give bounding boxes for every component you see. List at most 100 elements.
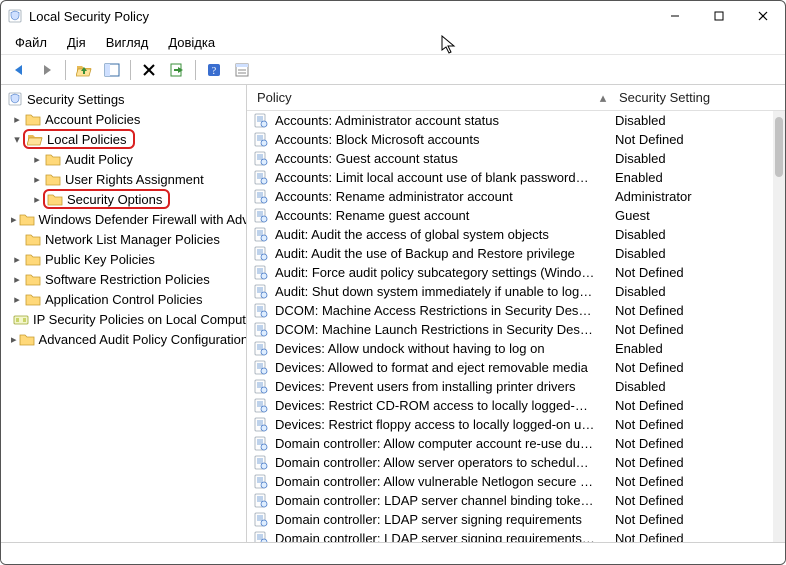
ipsec-icon: [13, 311, 29, 327]
menubar: Файл Дія Вигляд Довідка: [1, 31, 785, 55]
list-item[interactable]: Accounts: Rename administrator accountAd…: [247, 187, 785, 206]
list-item[interactable]: Audit: Audit the access of global system…: [247, 225, 785, 244]
list-item[interactable]: Audit: Force audit policy subcategory se…: [247, 263, 785, 282]
folder-icon: [45, 151, 61, 167]
policy-setting: Disabled: [595, 151, 666, 166]
list-item[interactable]: Domain controller: LDAP server channel b…: [247, 491, 785, 510]
toolbar: ?: [1, 55, 785, 85]
chevron-down-icon[interactable]: ▾: [11, 133, 23, 146]
list-item[interactable]: DCOM: Machine Launch Restrictions in Sec…: [247, 320, 785, 339]
export-list-button[interactable]: [165, 58, 189, 82]
list-item[interactable]: Audit: Shut down system immediately if u…: [247, 282, 785, 301]
tree-advanced-audit[interactable]: ▸ Advanced Audit Policy Configuration: [1, 329, 246, 349]
list-item[interactable]: Domain controller: Allow vulnerable Netl…: [247, 472, 785, 491]
tree-windows-defender-firewall[interactable]: ▸ Windows Defender Firewall with Advance…: [1, 209, 246, 229]
list-item[interactable]: Devices: Restrict floppy access to local…: [247, 415, 785, 434]
list-item[interactable]: Devices: Prevent users from installing p…: [247, 377, 785, 396]
maximize-button[interactable]: [697, 1, 741, 31]
tree-public-key-policies[interactable]: ▸ Public Key Policies: [1, 249, 246, 269]
policy-icon: [253, 208, 269, 224]
up-folder-button[interactable]: [72, 58, 96, 82]
list-item[interactable]: Accounts: Block Microsoft accountsNot De…: [247, 130, 785, 149]
policy-setting: Disabled: [595, 246, 666, 261]
policy-setting: Not Defined: [595, 360, 684, 375]
tree-application-control[interactable]: ▸ Application Control Policies: [1, 289, 246, 309]
properties-button[interactable]: [230, 58, 254, 82]
menu-help[interactable]: Довідка: [160, 33, 223, 52]
folder-icon: [45, 171, 61, 187]
list-header: Policy ▴ Security Setting: [247, 85, 785, 111]
list-item[interactable]: Domain controller: LDAP server signing r…: [247, 529, 785, 542]
folder-icon: [25, 271, 41, 287]
list-item[interactable]: Domain controller: LDAP server signing r…: [247, 510, 785, 529]
chevron-right-icon[interactable]: ▸: [11, 273, 23, 286]
folder-icon: [19, 211, 35, 227]
list-item[interactable]: Devices: Restrict CD-ROM access to local…: [247, 396, 785, 415]
policy-name: Domain controller: Allow server operator…: [275, 455, 595, 470]
policy-setting: Not Defined: [595, 132, 684, 147]
chevron-right-icon[interactable]: ▸: [11, 293, 23, 306]
policy-setting: Not Defined: [595, 303, 684, 318]
list-item[interactable]: DCOM: Machine Access Restrictions in Sec…: [247, 301, 785, 320]
list-item[interactable]: Domain controller: Allow server operator…: [247, 453, 785, 472]
policy-icon: [253, 303, 269, 319]
list-item[interactable]: Devices: Allow undock without having to …: [247, 339, 785, 358]
policy-icon: [253, 455, 269, 471]
tree-user-rights[interactable]: ▸ User Rights Assignment: [1, 169, 246, 189]
delete-button[interactable]: [137, 58, 161, 82]
nav-back-button[interactable]: [7, 58, 31, 82]
list-item[interactable]: Accounts: Administrator account statusDi…: [247, 111, 785, 130]
menu-file[interactable]: Файл: [7, 33, 55, 52]
tree-local-policies[interactable]: ▾ Local Policies: [1, 129, 246, 149]
close-button[interactable]: [741, 1, 785, 31]
tree-account-policies[interactable]: ▸ Account Policies: [1, 109, 246, 129]
tree-label: Audit Policy: [65, 152, 133, 167]
chevron-right-icon[interactable]: ▸: [31, 193, 43, 206]
tree-audit-policy[interactable]: ▸ Audit Policy: [1, 149, 246, 169]
vertical-scrollbar[interactable]: [773, 111, 785, 542]
column-header-policy[interactable]: Policy: [247, 90, 593, 105]
sort-asc-icon[interactable]: ▴: [593, 90, 613, 106]
policy-name: Accounts: Limit local account use of bla…: [275, 170, 595, 185]
scrollbar-thumb[interactable]: [775, 117, 783, 177]
chevron-right-icon[interactable]: ▸: [11, 113, 23, 126]
policy-name: DCOM: Machine Access Restrictions in Sec…: [275, 303, 595, 318]
list-item[interactable]: Accounts: Guest account statusDisabled: [247, 149, 785, 168]
minimize-button[interactable]: [653, 1, 697, 31]
list-item[interactable]: Domain controller: Allow computer accoun…: [247, 434, 785, 453]
list-item[interactable]: Devices: Allowed to format and eject rem…: [247, 358, 785, 377]
list-item[interactable]: Accounts: Limit local account use of bla…: [247, 168, 785, 187]
show-hide-tree-button[interactable]: [100, 58, 124, 82]
chevron-right-icon[interactable]: ▸: [31, 173, 43, 186]
tree-security-options[interactable]: ▸ Security Options: [1, 189, 246, 209]
list-item[interactable]: Audit: Audit the use of Backup and Resto…: [247, 244, 785, 263]
column-header-setting[interactable]: Security Setting: [613, 90, 785, 105]
column-label: Security Setting: [619, 90, 710, 105]
tree-pane[interactable]: Security Settings ▸ Account Policies ▾ L…: [1, 85, 247, 542]
policy-name: Domain controller: LDAP server signing r…: [275, 531, 595, 542]
help-button[interactable]: ?: [202, 58, 226, 82]
policy-icon: [253, 246, 269, 262]
list-item[interactable]: Accounts: Rename guest accountGuest: [247, 206, 785, 225]
menu-view[interactable]: Вигляд: [98, 33, 157, 52]
chevron-right-icon[interactable]: ▸: [31, 153, 43, 166]
chevron-right-icon[interactable]: ▸: [11, 213, 17, 226]
policy-name: Accounts: Guest account status: [275, 151, 595, 166]
policy-name: Devices: Prevent users from installing p…: [275, 379, 595, 394]
tree-label: Account Policies: [45, 112, 140, 127]
highlight-security-options: Security Options: [43, 189, 170, 209]
policy-setting: Not Defined: [595, 398, 684, 413]
tree-ip-security[interactable]: IP Security Policies on Local Computer: [1, 309, 246, 329]
tree-root[interactable]: Security Settings: [1, 89, 246, 109]
policy-icon: [253, 379, 269, 395]
chevron-right-icon[interactable]: ▸: [11, 253, 23, 266]
nav-forward-button[interactable]: [35, 58, 59, 82]
policy-name: Devices: Allow undock without having to …: [275, 341, 595, 356]
tree-software-restriction[interactable]: ▸ Software Restriction Policies: [1, 269, 246, 289]
tree-network-list-manager[interactable]: Network List Manager Policies: [1, 229, 246, 249]
policy-setting: Enabled: [595, 170, 663, 185]
policy-name: Accounts: Administrator account status: [275, 113, 595, 128]
window-title: Local Security Policy: [29, 9, 653, 24]
menu-action[interactable]: Дія: [59, 33, 94, 52]
chevron-right-icon[interactable]: ▸: [11, 333, 17, 346]
